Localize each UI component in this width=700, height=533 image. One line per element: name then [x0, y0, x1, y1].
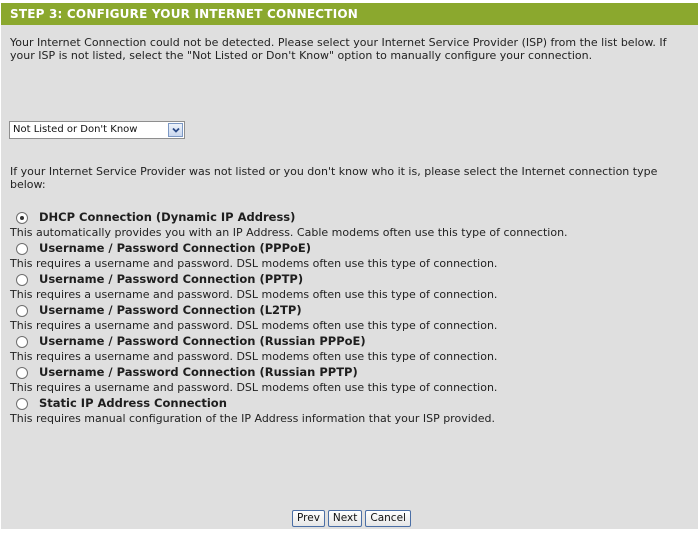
next-button[interactable]: Next — [327, 510, 363, 527]
radio-l2tp[interactable] — [16, 305, 28, 317]
option-label[interactable]: Username / Password Connection (PPTP) — [39, 272, 303, 286]
cancel-button[interactable]: Cancel — [365, 510, 411, 527]
radio-pppoe[interactable] — [16, 243, 28, 255]
option-label[interactable]: Username / Password Connection (PPPoE) — [39, 241, 311, 255]
option-label[interactable]: Static IP Address Connection — [39, 396, 227, 410]
select-dropdown-button[interactable] — [168, 123, 183, 137]
chevron-down-icon — [172, 127, 180, 133]
radio-pptp[interactable] — [16, 274, 28, 286]
radio-static-ip[interactable] — [16, 398, 28, 410]
radio-dhcp[interactable] — [16, 212, 28, 224]
option-label[interactable]: Username / Password Connection (L2TP) — [39, 303, 302, 317]
option-description: This requires a username and password. D… — [10, 319, 498, 332]
option-label[interactable]: Username / Password Connection (Russian … — [39, 365, 358, 379]
option-description: This requires manual configuration of th… — [10, 412, 495, 425]
option-label[interactable]: DHCP Connection (Dynamic IP Address) — [39, 210, 295, 224]
step-header: STEP 3: CONFIGURE YOUR INTERNET CONNECTI… — [1, 3, 698, 25]
option-label[interactable]: Username / Password Connection (Russian … — [39, 334, 366, 348]
connection-type-info: If your Internet Service Provider was no… — [10, 165, 658, 191]
option-description: This requires a username and password. D… — [10, 381, 498, 394]
radio-russian-pppoe[interactable] — [16, 336, 28, 348]
isp-select-value: Not Listed or Don't Know — [13, 124, 138, 135]
wizard-buttons: Prev Next Cancel — [292, 510, 414, 528]
prev-button[interactable]: Prev — [292, 510, 325, 527]
isp-select[interactable]: Not Listed or Don't Know — [9, 121, 185, 139]
option-description: This requires a username and password. D… — [10, 257, 498, 270]
radio-russian-pptp[interactable] — [16, 367, 28, 379]
intro-text: Your Internet Connection could not be de… — [10, 36, 667, 62]
option-description: This automatically provides you with an … — [10, 226, 568, 239]
option-description: This requires a username and password. D… — [10, 288, 498, 301]
option-description: This requires a username and password. D… — [10, 350, 498, 363]
wizard-panel: STEP 3: CONFIGURE YOUR INTERNET CONNECTI… — [1, 3, 698, 529]
